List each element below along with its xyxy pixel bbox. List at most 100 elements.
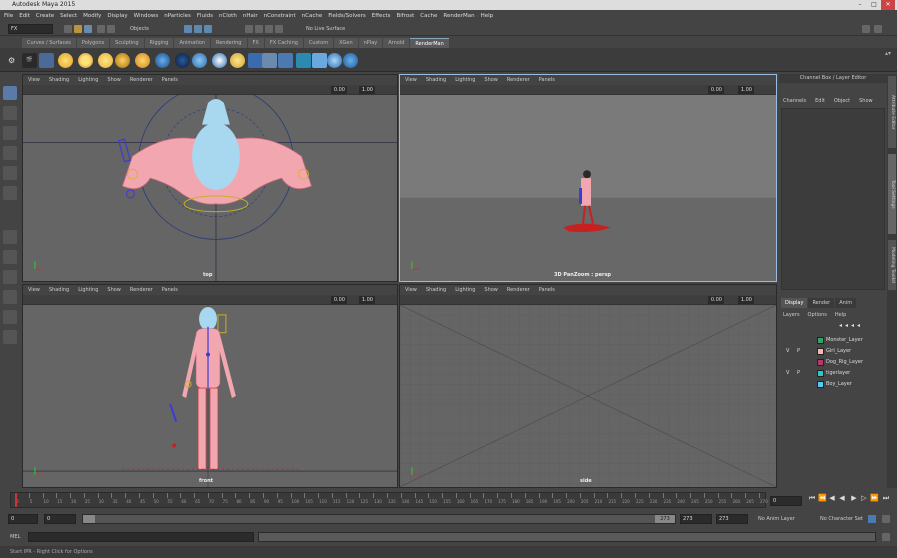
render-view-icon[interactable] [862,25,870,33]
vp-menu-renderer[interactable]: Renderer [130,287,153,293]
go-to-start-icon[interactable]: ⏮ [808,494,816,502]
close-icon[interactable]: ✕ [881,0,895,10]
current-time-marker[interactable] [15,493,17,507]
layer-visibility[interactable]: V [786,370,789,376]
vp-menu-shading[interactable]: Shading [49,77,69,83]
shelf-tab-custom[interactable]: Custom [303,38,334,48]
layer-playback[interactable]: P [797,370,800,376]
vp-menu-show[interactable]: Show [484,77,498,83]
layer-tab-render[interactable]: Render [808,298,835,308]
single-pane-layout-icon[interactable] [3,230,17,244]
vp-menu-show[interactable]: Show [107,287,121,293]
vp-menu-renderer[interactable]: Renderer [130,77,153,83]
near-clip-field[interactable]: 0.00 [331,296,347,304]
vp-menu-view[interactable]: View [28,287,40,293]
live-surface-label[interactable]: No Live Surface [306,24,356,34]
shelf-tab-xgen[interactable]: XGen [334,38,358,48]
shelf-tab-polygons[interactable]: Polygons [76,38,110,48]
vp-menu-lighting[interactable]: Lighting [455,287,475,293]
cb-menu-object[interactable]: Object [834,98,850,104]
sun-light-icon[interactable] [78,53,93,68]
attribute-editor-tab[interactable]: Attribute Editor [888,76,896,148]
range-end-handle[interactable]: 273 [655,515,675,523]
viewport-front[interactable]: View Shading Lighting Show Renderer Pane… [22,284,398,488]
env-light-icon[interactable] [155,53,170,68]
near-clip-field[interactable]: 0.00 [331,86,347,94]
menu-fields-solvers[interactable]: Fields/Solvers [328,13,366,19]
layer-color-swatch[interactable] [817,348,824,355]
spot-light-icon[interactable] [115,53,130,68]
menu-bifrost[interactable]: Bifrost [397,13,415,19]
menu-cache[interactable]: Cache [420,13,437,19]
shelf-tab-arnold[interactable]: Arnold [383,38,410,48]
command-input[interactable] [28,532,254,542]
menu-fluids[interactable]: Fluids [197,13,213,19]
near-clip-field[interactable]: 0.00 [708,86,724,94]
hdr-icon[interactable] [327,53,342,68]
step-back-key-icon[interactable]: ◀︎ [828,494,836,502]
layer-row[interactable]: Monster_Layer [782,336,884,346]
far-clip-field[interactable]: 1.00 [738,296,754,304]
undo-icon[interactable] [97,25,105,33]
range-start-handle[interactable] [83,515,95,523]
snap-grid-icon[interactable] [245,25,253,33]
range-bar[interactable]: 273 [82,514,676,524]
shelf-tab-nplay[interactable]: nPlay [358,38,383,48]
shelf-tab-rendering[interactable]: Rendering [210,38,247,48]
persp-outliner-layout-icon[interactable] [3,330,17,344]
viewport-top[interactable]: View Shading Lighting Show Renderer Pane… [22,74,398,282]
shelf-tab-animation[interactable]: Animation [174,38,210,48]
menu-select[interactable]: Select [60,13,77,19]
select-component-icon[interactable] [204,25,212,33]
near-clip-field[interactable]: 0.00 [708,296,724,304]
le-menu-options[interactable]: Options [808,312,827,318]
script-editor-icon[interactable] [882,533,890,541]
info-icon[interactable] [192,53,207,68]
layer-playback[interactable]: P [797,348,800,354]
vp-menu-panels[interactable]: Panels [539,77,555,83]
outliner-layout-icon[interactable] [3,290,17,304]
menu-renderman[interactable]: RenderMan [443,13,474,19]
fog-icon[interactable] [312,53,327,68]
vp-menu-renderer[interactable]: Renderer [507,77,530,83]
layer-row[interactable]: V P Girl_Layer [782,347,884,357]
rotate-tool-icon[interactable] [3,166,17,180]
minimize-icon[interactable]: – [853,0,867,10]
go-to-end-icon[interactable]: ⏭ [882,494,890,502]
maximize-icon[interactable]: □ [867,0,881,10]
play-backward-icon[interactable]: ◀ [838,494,846,502]
anim-layer-dropdown[interactable]: No Anim Layer [758,514,808,524]
layer-row[interactable]: Boy_Layer [782,380,884,390]
start-time-field[interactable]: 0 [8,514,38,524]
move-tool-icon[interactable] [3,146,17,160]
vp-menu-lighting[interactable]: Lighting [455,77,475,83]
layer-tab-display[interactable]: Display [781,298,808,308]
playback-end-field[interactable]: 273 [680,514,712,524]
shelf-tab-sculpting[interactable]: Sculpting [110,38,144,48]
menu-set-dropdown[interactable]: FX [8,24,53,34]
play-forward-icon[interactable]: ▶ [850,494,858,502]
snap-curve-icon[interactable] [255,25,263,33]
redo-icon[interactable] [107,25,115,33]
shelf-tab-renderman[interactable]: RenderMan [410,38,449,48]
shelf-tab-rigging[interactable]: Rigging [144,38,174,48]
menu-ncloth[interactable]: nCloth [219,13,237,19]
material-icon[interactable] [262,53,277,68]
cb-menu-edit[interactable]: Edit [815,98,825,104]
vp-menu-renderer[interactable]: Renderer [507,287,530,293]
graph-layout-icon[interactable] [3,310,17,324]
layer-row[interactable]: V P tigerlayer [782,369,884,379]
bulb-icon[interactable] [230,53,245,68]
select-object-icon[interactable] [194,25,202,33]
step-forward-key-icon[interactable]: ▷ [860,494,868,502]
layer-color-swatch[interactable] [817,381,824,388]
lasso-tool-icon[interactable] [3,106,17,120]
menu-edit[interactable]: Edit [19,13,30,19]
new-scene-icon[interactable] [64,25,72,33]
layer-color-swatch[interactable] [817,337,824,344]
le-menu-layers[interactable]: Layers [783,312,800,318]
le-menu-help[interactable]: Help [835,312,846,318]
snap-surface-icon[interactable] [275,25,283,33]
vp-menu-lighting[interactable]: Lighting [78,287,98,293]
save-scene-icon[interactable] [84,25,92,33]
